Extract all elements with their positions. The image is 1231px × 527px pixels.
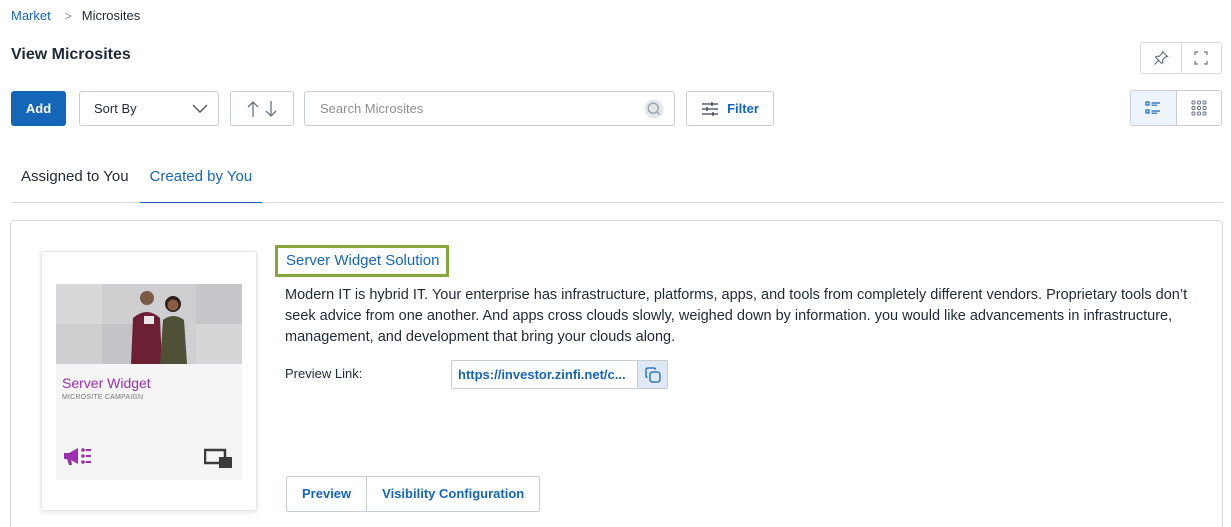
megaphone-icon	[64, 448, 91, 465]
breadcrumb-current: Microsites	[81, 8, 141, 23]
preview-link[interactable]: https://investor.zinfi.net/c...	[452, 367, 637, 382]
filter-sliders-icon	[702, 101, 719, 116]
grid-view-button[interactable]	[1175, 91, 1222, 125]
screens-icon	[204, 448, 232, 468]
search-input[interactable]	[320, 101, 644, 116]
breadcrumb-separator: >	[64, 8, 72, 23]
copy-icon	[644, 366, 661, 383]
microsite-title-link[interactable]: Server Widget Solution	[275, 245, 450, 277]
card-actions: Preview Visibility Configuration	[286, 476, 541, 512]
microsite-thumbnail[interactable]: Server Widget MICROSITE CAMPAIGN	[41, 251, 257, 511]
tab-created-by-you[interactable]: Created by You	[139, 160, 263, 203]
sort-up-icon	[247, 100, 259, 117]
pin-button[interactable]	[1141, 43, 1181, 73]
filter-label: Filter	[727, 101, 759, 116]
visibility-configuration-button[interactable]: Visibility Configuration	[366, 477, 539, 511]
preview-link-label: Preview Link:	[285, 366, 363, 381]
chevron-down-icon	[192, 104, 208, 113]
thumbnail-canvas: Server Widget MICROSITE CAMPAIGN	[56, 284, 242, 480]
pin-icon	[1153, 50, 1169, 65]
breadcrumb: Market > Microsites	[11, 8, 140, 23]
preview-button[interactable]: Preview	[287, 477, 366, 511]
filter-button[interactable]: Filter	[686, 91, 774, 126]
page-title: View Microsites	[11, 46, 131, 63]
microsite-description: Modern IT is hybrid IT. Your enterprise …	[285, 287, 1188, 345]
copy-link-button[interactable]	[637, 361, 667, 388]
tab-assigned-to-you[interactable]: Assigned to You	[11, 160, 139, 203]
search-box	[304, 91, 675, 126]
fullscreen-button[interactable]	[1180, 43, 1222, 73]
thumbnail-photo	[56, 284, 242, 364]
sort-down-icon	[265, 100, 277, 117]
sort-by-label: Sort By	[94, 101, 137, 116]
grid-view-icon	[1191, 100, 1207, 116]
thumbnail-subtitle: MICROSITE CAMPAIGN	[62, 394, 144, 401]
microsite-card: Server Widget MICROSITE CAMPAIGN Server …	[10, 220, 1223, 527]
breadcrumb-market-link[interactable]: Market	[11, 8, 51, 23]
sort-by-select[interactable]: Sort By	[79, 91, 219, 126]
preview-link-field: https://investor.zinfi.net/c...	[451, 360, 668, 389]
view-toggle	[1130, 90, 1222, 126]
thumbnail-title: Server Widget	[62, 375, 151, 391]
list-view-button[interactable]	[1131, 91, 1176, 125]
search-icon[interactable]	[644, 99, 664, 119]
page-tools	[1140, 42, 1222, 74]
sort-order-toggle[interactable]	[230, 91, 294, 126]
fullscreen-icon	[1194, 51, 1208, 65]
list-view-icon	[1145, 101, 1161, 114]
add-button[interactable]: Add	[11, 91, 66, 126]
tab-bar: Assigned to You Created by You	[11, 160, 1223, 203]
